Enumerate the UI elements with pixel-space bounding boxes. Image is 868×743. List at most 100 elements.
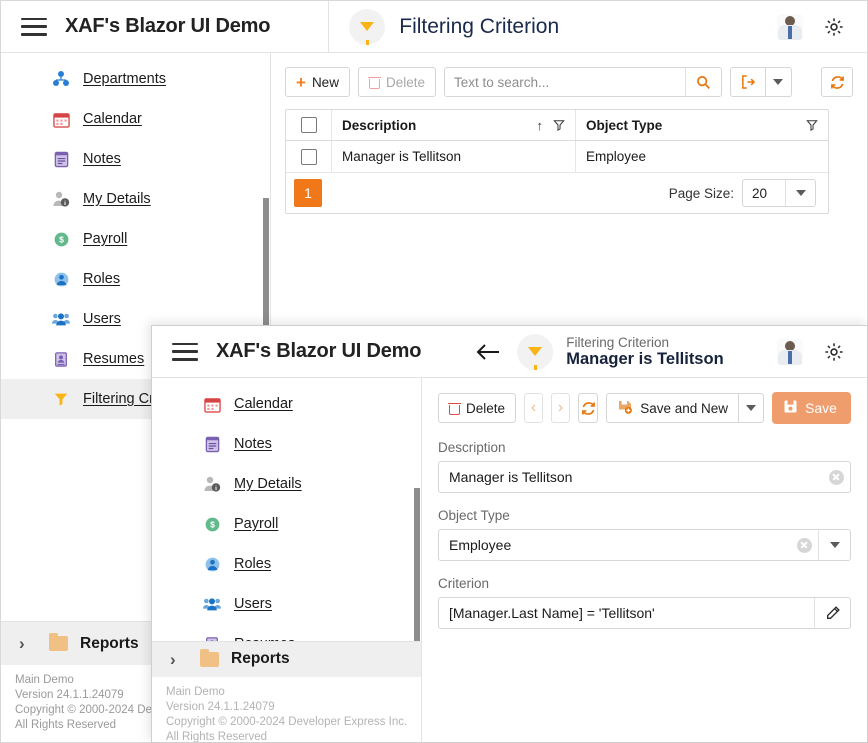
column-header-description[interactable]: Description ↑ [332,110,576,140]
sidebar-item-notes[interactable]: Notes [1,139,270,179]
save-new-icon [617,399,633,418]
object-type-select-wrapper[interactable]: Employee [438,529,851,561]
description-input-wrapper[interactable]: Manager is Tellitson [438,461,851,493]
sidebar-item-departments[interactable]: Departments [1,59,270,99]
sidebar-item-users[interactable]: Users [152,584,421,624]
footer-line-1: Main Demo [166,685,225,698]
sidebar-item-label: Notes [234,436,272,452]
sidebar-item-my-details[interactable]: i My Details [152,464,421,504]
arrow-left-icon[interactable] [475,342,501,362]
search-input[interactable] [444,68,685,96]
page-size-select[interactable]: 20 [742,179,816,207]
search-box [443,67,722,97]
object-type-value[interactable]: Employee [439,530,790,560]
export-button[interactable] [729,67,766,97]
payroll-icon: $ [202,514,222,534]
save-icon [783,399,798,417]
previous-object-button[interactable]: ‹ [524,393,544,423]
sidebar-item-label: Resumes [83,351,145,367]
page-size-value: 20 [752,185,768,201]
sort-ascending-icon[interactable]: ↑ [537,119,544,132]
sidebar-item-roles[interactable]: Roles [1,259,270,299]
field-label: Description [438,440,506,455]
clear-circle-icon[interactable] [822,462,850,492]
page-size-dropdown-button[interactable] [785,180,815,206]
sidebar-item-notes[interactable]: Notes [152,424,421,464]
save-and-new-button[interactable]: Save and New [606,393,739,423]
export-split-button [729,67,792,97]
column-header-object-type[interactable]: Object Type [576,110,828,140]
front-window-body: Calendar Notes i My Details $ Payroll Ro… [152,378,867,742]
delete-button[interactable]: Delete [438,393,517,423]
sidebar-scrollbar[interactable] [414,488,420,642]
save-and-new-label: Save and New [640,400,729,416]
user-avatar-icon[interactable] [777,338,803,365]
detail-view-content: Delete ‹ › Save and New Save Description… [422,378,867,742]
chevron-down-icon [773,79,784,85]
hamburger-icon[interactable] [172,342,198,361]
chevron-right-icon: › [557,399,564,416]
checkbox-icon[interactable] [300,117,317,133]
save-and-new-dropdown-button[interactable] [738,393,765,423]
page-title: Manager is Tellitson [566,349,724,368]
chevron-down-icon [746,405,757,411]
sidebar-group-reports[interactable]: › Reports [152,641,421,677]
svg-text:i: i [64,200,66,207]
sidebar-item-label: Notes [83,151,121,167]
cell-description[interactable]: Manager is Tellitson [332,141,576,172]
sidebar-item-label: Calendar [83,111,142,127]
row-select-cell [286,141,332,172]
refresh-button[interactable] [578,393,599,423]
departments-icon [51,69,71,89]
grid-header-row: Description ↑ Object Type [286,110,828,141]
gear-icon[interactable] [823,341,845,363]
page-size-label: Page Size: [668,185,734,201]
sidebar-item-roles[interactable]: Roles [152,544,421,584]
sidebar-item-my-details[interactable]: i My Details [1,179,270,219]
description-input-value[interactable]: Manager is Tellitson [439,462,822,492]
checkbox-icon[interactable] [300,148,317,165]
my-details-icon: i [202,474,222,494]
view-subtitle: Filtering Criterion [566,334,670,350]
back-window-header: XAF's Blazor UI Demo Filtering Criterion [1,1,867,53]
delete-button-label: Delete [385,74,425,90]
refresh-button[interactable] [821,67,853,97]
user-avatar-icon[interactable] [777,13,803,40]
criterion-value[interactable]: [Manager.Last Name] = 'Tellitson' [439,598,814,628]
users-icon [51,309,71,329]
save-button[interactable]: Save [772,392,851,424]
filter-icon[interactable] [806,119,818,132]
sidebar-item-calendar[interactable]: Calendar [1,99,270,139]
page-number-1[interactable]: 1 [294,179,322,207]
grid-pager: 1 Page Size: 20 [286,173,828,213]
hamburger-icon[interactable] [21,17,47,36]
field-label: Object Type [438,508,510,523]
payroll-icon: $ [51,229,71,249]
sidebar-item-label: Payroll [234,516,279,532]
pencil-icon[interactable] [814,598,850,628]
sidebar-item-label: Roles [234,556,272,572]
chevron-down-icon [829,542,840,548]
delete-button[interactable]: Delete [357,67,436,97]
sidebar-item-label: Resumes [234,636,295,641]
object-type-dropdown-button[interactable] [818,530,850,560]
export-dropdown-button[interactable] [765,67,792,97]
sidebar-item-calendar[interactable]: Calendar [152,384,421,424]
new-button[interactable]: + New [285,67,350,97]
filter-icon[interactable] [553,119,565,132]
sidebar-group-label: Reports [80,634,139,652]
sidebar-item-resumes[interactable]: Resumes [152,624,421,642]
sidebar-item-payroll[interactable]: $ Payroll [152,504,421,544]
next-object-button[interactable]: › [551,393,571,423]
gear-icon[interactable] [823,16,845,38]
field-label: Criterion [438,576,490,591]
clear-circle-icon[interactable] [790,530,818,560]
criterion-input-wrapper[interactable]: [Manager.Last Name] = 'Tellitson' [438,597,851,629]
footer-line-3: Copyright © 2000-2024 Developer Express … [166,715,408,728]
notes-icon [202,434,222,454]
sidebar-item-payroll[interactable]: $ Payroll [1,219,270,259]
cell-object-type[interactable]: Employee [576,141,828,172]
search-button[interactable] [684,68,721,96]
table-row[interactable]: Manager is Tellitson Employee [286,141,828,173]
front-sidebar-footer: Main Demo Version 24.1.1.24079 Copyright… [152,677,421,742]
